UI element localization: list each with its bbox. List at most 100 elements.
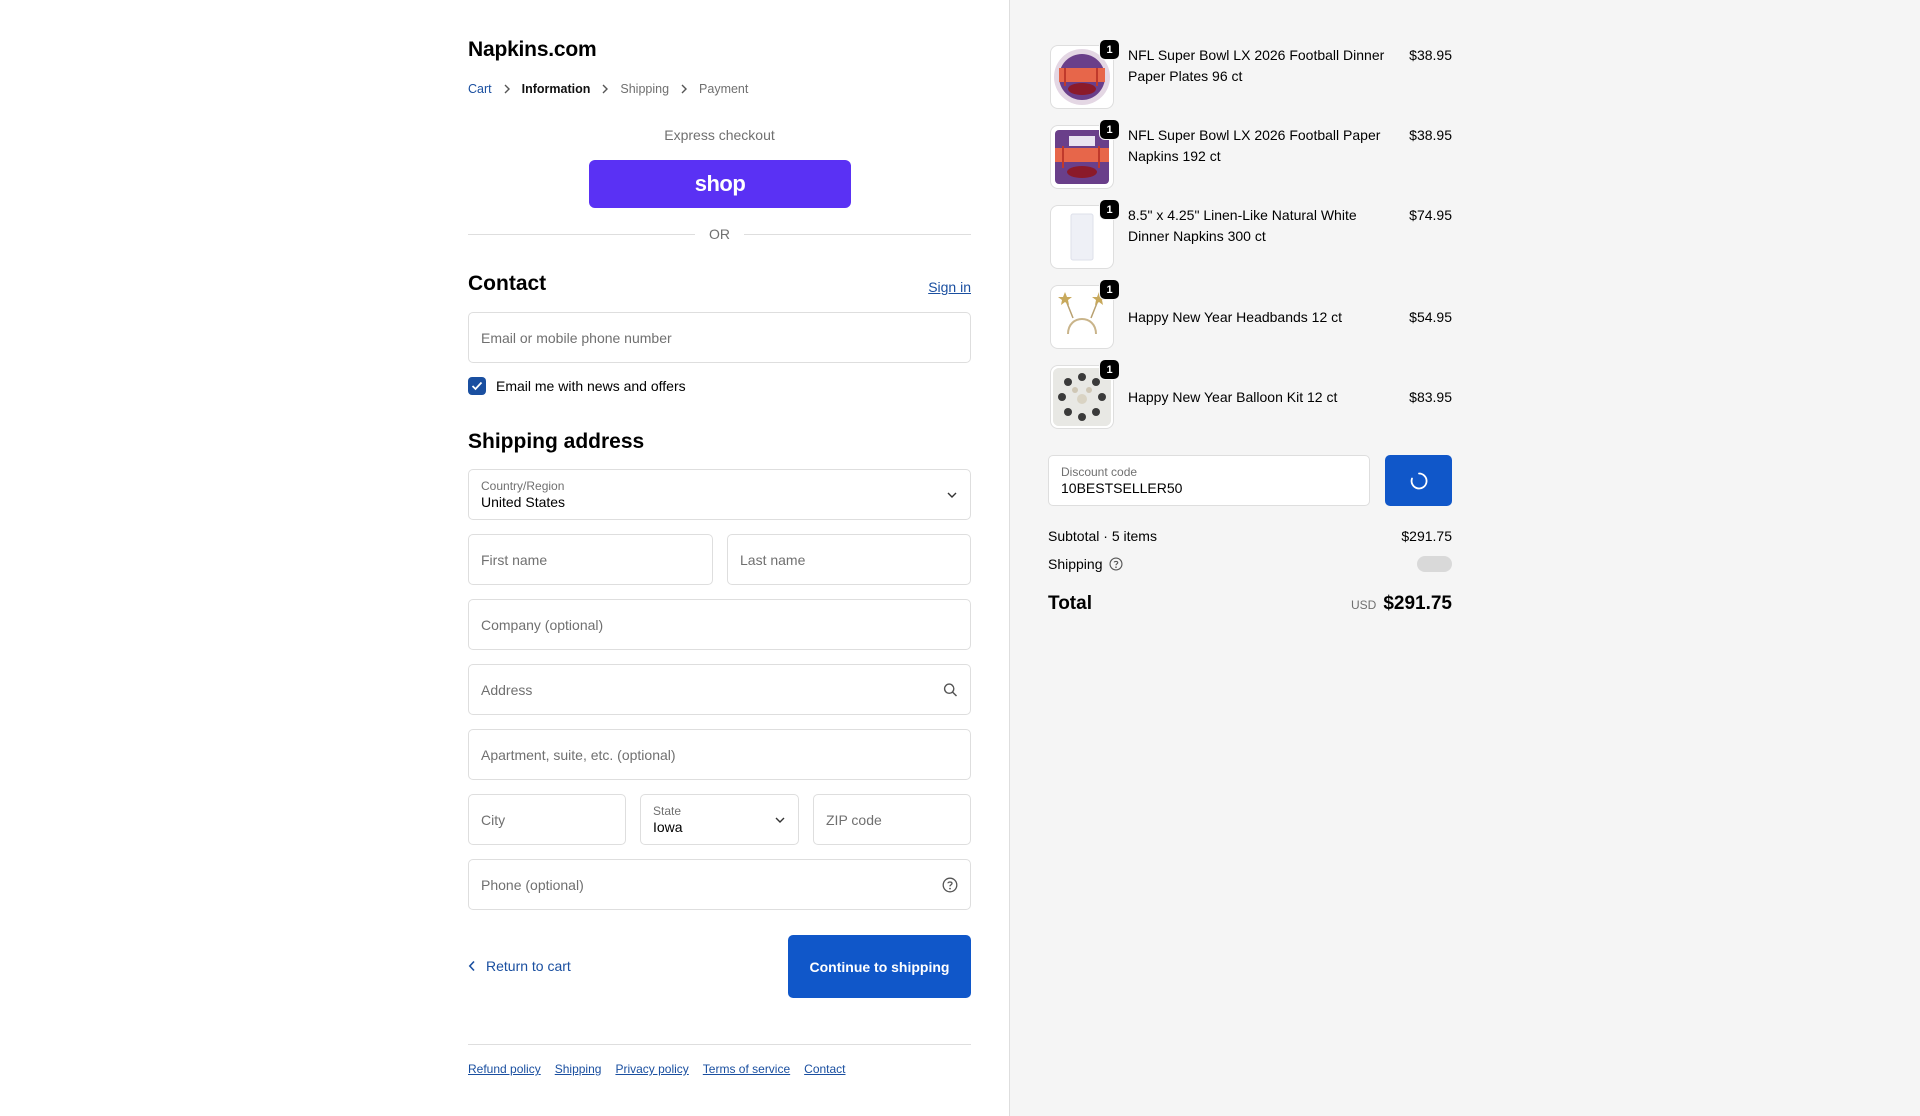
- newsletter-option: Email me with news and offers: [468, 377, 686, 395]
- napkin-image: 1: [1050, 119, 1120, 189]
- city-placeholder: City: [481, 811, 506, 828]
- footer-links: Refund policy Shipping Privacy policy Te…: [468, 1062, 860, 1076]
- quantity-badge: 1: [1099, 119, 1120, 140]
- state-label: State: [653, 803, 682, 818]
- breadcrumb: Cart Information Shipping Payment: [468, 82, 748, 96]
- quantity-badge: 1: [1099, 359, 1120, 380]
- shop-pay-button[interactable]: shop: [589, 160, 851, 208]
- headband-image: 1: [1050, 279, 1120, 349]
- newsletter-checkbox[interactable]: [468, 377, 486, 395]
- chevron-right-icon: [669, 84, 699, 94]
- discount-code-label: Discount code: [1061, 464, 1138, 479]
- breadcrumb-shipping: Shipping: [620, 82, 670, 96]
- subtotal-label: Subtotal · 5 items: [1048, 528, 1157, 544]
- discount-code-value: 10BESTSELLER50: [1061, 479, 1183, 496]
- order-item: 1 8.5" x 4.25" Linen-Like Natural White …: [1048, 199, 1452, 271]
- balloon-kit-image: 1: [1050, 359, 1120, 429]
- contact-link[interactable]: Contact: [804, 1062, 845, 1076]
- apartment-field[interactable]: Apartment, suite, etc. (optional): [468, 729, 971, 780]
- chevron-left-icon: [468, 960, 475, 972]
- shipping-loading-placeholder: [1417, 556, 1452, 572]
- total-label: Total: [1048, 593, 1092, 614]
- search-icon: [943, 682, 958, 697]
- express-checkout-label: Express checkout: [664, 127, 775, 143]
- shop-pay-logo: shop: [694, 171, 746, 196]
- country-select[interactable]: Country/Region United States: [468, 469, 971, 520]
- address-field[interactable]: Address: [468, 664, 971, 715]
- item-price: $74.95: [1409, 207, 1452, 223]
- refund-policy-link[interactable]: Refund policy: [468, 1062, 541, 1076]
- sign-in-link[interactable]: Sign in: [928, 279, 971, 295]
- shipping-label: Shipping: [1048, 556, 1103, 572]
- breadcrumb-cart[interactable]: Cart: [468, 82, 492, 96]
- email-field[interactable]: Email or mobile phone number: [468, 312, 971, 363]
- phone-placeholder: Phone (optional): [481, 876, 584, 893]
- chevron-down-icon: [946, 491, 958, 499]
- return-to-cart-link[interactable]: Return to cart: [468, 958, 571, 974]
- loading-spinner-icon: [1410, 472, 1427, 489]
- white-napkin-image: 1: [1050, 199, 1120, 269]
- state-value: Iowa: [653, 818, 683, 835]
- apartment-placeholder: Apartment, suite, etc. (optional): [481, 746, 676, 763]
- apply-discount-button[interactable]: [1385, 455, 1452, 506]
- or-divider: OR: [468, 226, 971, 242]
- return-to-cart-label: Return to cart: [486, 958, 571, 974]
- shipping-policy-link[interactable]: Shipping: [555, 1062, 602, 1076]
- quantity-badge: 1: [1099, 279, 1120, 300]
- shipping-address-title: Shipping address: [468, 430, 645, 453]
- item-price: $38.95: [1409, 47, 1452, 63]
- company-placeholder: Company (optional): [481, 616, 604, 633]
- quantity-badge: 1: [1099, 39, 1120, 60]
- checkout-main-panel: Napkins.com Cart Information Shipping Pa…: [0, 0, 1009, 1116]
- quantity-badge: 1: [1099, 199, 1120, 220]
- item-name: 8.5" x 4.25" Linen-Like Natural White Di…: [1128, 207, 1357, 244]
- item-name: NFL Super Bowl LX 2026 Football Paper Na…: [1128, 127, 1381, 164]
- total-row: Total USD $291.75: [1048, 593, 1452, 615]
- continue-to-shipping-button[interactable]: Continue to shipping: [788, 935, 971, 998]
- email-placeholder: Email or mobile phone number: [481, 329, 672, 346]
- total-value: $291.75: [1383, 593, 1452, 614]
- last-name-placeholder: Last name: [740, 551, 806, 568]
- country-label: Country/Region: [481, 478, 565, 493]
- or-label: OR: [709, 226, 730, 242]
- item-price: $38.95: [1409, 127, 1452, 143]
- shipping-row: Shipping: [1048, 556, 1452, 572]
- privacy-policy-link[interactable]: Privacy policy: [615, 1062, 688, 1076]
- breadcrumb-payment: Payment: [699, 82, 749, 96]
- country-value: United States: [481, 493, 566, 510]
- subtotal-value: $291.75: [1401, 528, 1452, 544]
- address-placeholder: Address: [481, 681, 533, 698]
- plate-image: 1: [1050, 39, 1120, 109]
- terms-of-service-link[interactable]: Terms of service: [703, 1062, 790, 1076]
- order-item: 1 NFL Super Bowl LX 2026 Football Paper …: [1048, 119, 1452, 191]
- discount-code-field[interactable]: Discount code 10BESTSELLER50: [1048, 455, 1370, 506]
- company-field[interactable]: Company (optional): [468, 599, 971, 650]
- order-item: 1 Happy New Year Balloon Kit 12 ct $83.9…: [1048, 359, 1452, 431]
- zip-field[interactable]: ZIP code: [813, 794, 971, 845]
- breadcrumb-information: Information: [521, 82, 591, 96]
- help-icon[interactable]: [942, 877, 958, 893]
- city-field[interactable]: City: [468, 794, 626, 845]
- item-name: Happy New Year Headbands 12 ct: [1128, 309, 1343, 325]
- item-name: NFL Super Bowl LX 2026 Football Dinner P…: [1128, 47, 1385, 84]
- first-name-placeholder: First name: [481, 551, 548, 568]
- item-name: Happy New Year Balloon Kit 12 ct: [1128, 389, 1338, 405]
- total-currency: USD: [1350, 598, 1377, 612]
- zip-placeholder: ZIP code: [826, 811, 882, 828]
- item-price: $83.95: [1409, 389, 1452, 405]
- item-price: $54.95: [1409, 309, 1452, 325]
- help-icon[interactable]: [1108, 557, 1123, 571]
- phone-field[interactable]: Phone (optional): [468, 859, 971, 910]
- contact-title: Contact: [468, 272, 547, 295]
- store-title[interactable]: Napkins.com: [468, 38, 597, 62]
- newsletter-label: Email me with news and offers: [496, 378, 686, 394]
- state-select[interactable]: State Iowa: [640, 794, 799, 845]
- chevron-down-icon: [774, 816, 786, 824]
- order-item: 1 NFL Super Bowl LX 2026 Football Dinner…: [1048, 39, 1452, 111]
- chevron-right-icon: [492, 84, 522, 94]
- chevron-right-icon: [590, 84, 620, 94]
- last-name-field[interactable]: Last name: [727, 534, 971, 585]
- footer-divider: [468, 1044, 971, 1045]
- first-name-field[interactable]: First name: [468, 534, 713, 585]
- subtotal-row: Subtotal · 5 items $291.75: [1048, 528, 1452, 544]
